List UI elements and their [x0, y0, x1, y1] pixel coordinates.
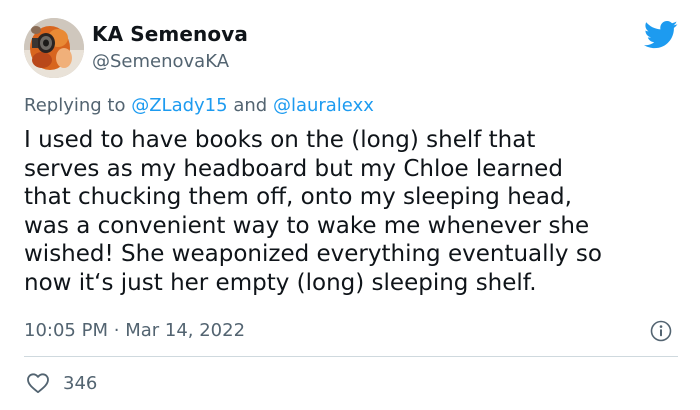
- avatar[interactable]: [24, 18, 84, 78]
- divider: [24, 356, 678, 357]
- tweet-text: I used to have books on the (long) shelf…: [24, 126, 684, 297]
- replying-conjunction: and: [233, 95, 268, 116]
- twitter-bird-icon[interactable]: [644, 20, 678, 50]
- author-display-name[interactable]: KA Semenova: [92, 22, 248, 46]
- replying-prefix: Replying to: [24, 95, 126, 116]
- tweet-card: KA Semenova @SemenovaKA Replying to @ZLa…: [0, 0, 700, 410]
- author-handle[interactable]: @SemenovaKA: [92, 51, 229, 72]
- replying-to-line: Replying to @ZLady15 and @lauralexx: [24, 95, 374, 116]
- tweet-text-line: now it‘s just her empty (long) sleeping …: [24, 269, 537, 296]
- tweet-text-line: wished! She weaponized everything eventu…: [24, 241, 602, 267]
- tweet-text-line: that chucking them off, onto my sleeping…: [24, 184, 572, 210]
- mention-link-zlady15[interactable]: @ZLady15: [131, 95, 227, 116]
- tweet-text-line: was a convenient way to wake me whenever…: [24, 212, 590, 239]
- tweet-text-line: serves as my headboard but my Chloe lear…: [24, 155, 563, 182]
- meta-separator: ·: [113, 320, 120, 341]
- info-icon[interactable]: [650, 320, 672, 342]
- heart-icon[interactable]: [26, 372, 50, 394]
- tweet-text-line: I used to have books on the (long) shelf…: [24, 127, 536, 153]
- tweet-timestamp[interactable]: 10:05 PM · Mar 14, 2022: [24, 320, 245, 341]
- like-count: 346: [63, 373, 98, 394]
- mention-link-lauralexx[interactable]: @lauralexx: [273, 95, 374, 116]
- tweet-time: 10:05 PM: [24, 320, 108, 341]
- tweet-date: Mar 14, 2022: [125, 320, 246, 341]
- avatar-image: [24, 18, 84, 78]
